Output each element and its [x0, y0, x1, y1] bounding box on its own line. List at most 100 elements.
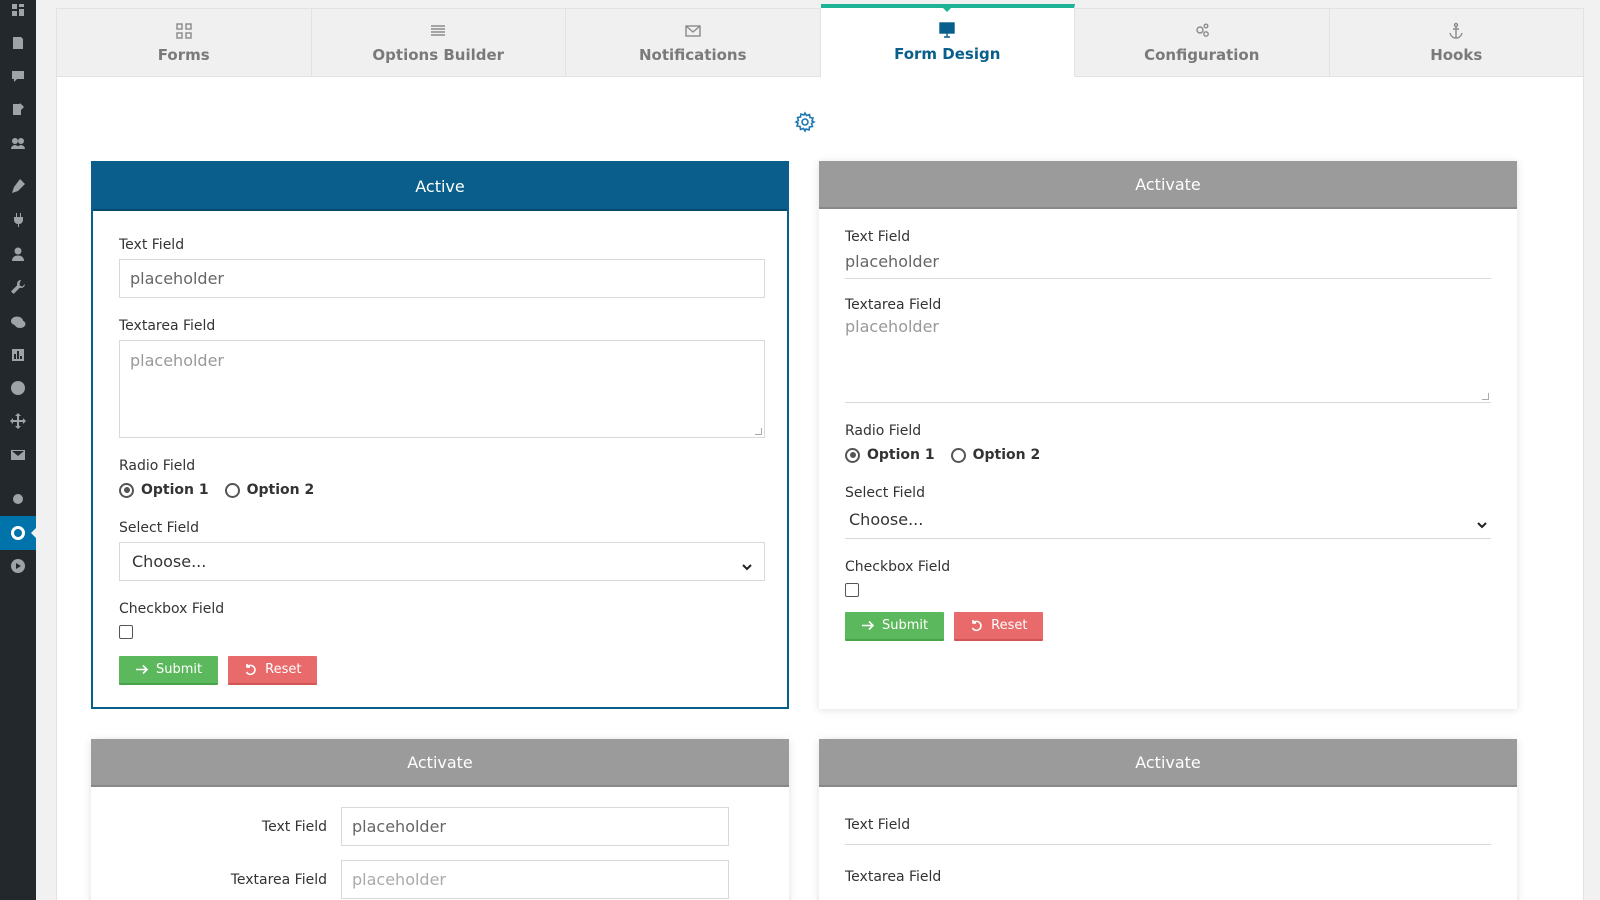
textarea-field-label: Textarea Field [845, 869, 942, 885]
radio-group: Option 1 Option 2 [119, 482, 761, 498]
anchor-icon [1449, 22, 1463, 39]
textarea-field-label: Textarea Field [119, 318, 216, 334]
radio-checked-icon [845, 447, 860, 463]
grid-icon [176, 22, 192, 39]
submit-button[interactable]: Submit [845, 612, 945, 641]
tab-label: Hooks [1430, 45, 1483, 64]
radio-option-2[interactable]: Option 2 [224, 482, 315, 498]
checkbox-field-label: Checkbox Field [845, 559, 951, 575]
text-field-label: Text Field [845, 229, 911, 245]
design-settings-gear-icon[interactable] [794, 111, 816, 133]
groups-icon[interactable] [8, 133, 28, 153]
radio-group: Option 1 Option 2 [845, 447, 1491, 463]
text-field-label: Text Field [845, 817, 911, 833]
chevron-down-icon [1477, 515, 1487, 528]
text-field-label: Text Field [261, 818, 327, 835]
tab-label: Options Builder [372, 45, 505, 64]
admin-sidebar [0, 0, 37, 900]
gears-icon [1196, 23, 1209, 37]
posts-icon[interactable] [8, 33, 28, 53]
stats-icon[interactable] [8, 345, 28, 365]
tab-forms[interactable]: Forms [57, 9, 312, 76]
move-icon[interactable] [8, 411, 28, 431]
card-header-activate[interactable]: Activate [91, 739, 789, 787]
reset-button[interactable]: Reset [954, 612, 1044, 641]
tab-label: Configuration [1144, 45, 1260, 64]
play-icon[interactable] [8, 556, 28, 576]
mail-icon[interactable] [8, 445, 28, 465]
tab-form-design[interactable]: Form Design [820, 4, 1075, 77]
undo-icon [245, 664, 256, 676]
text-input[interactable]: placeholder [341, 807, 729, 846]
select-value: Choose... [132, 552, 207, 571]
card-header-activate[interactable]: Activate [819, 739, 1517, 787]
dashboard-icon[interactable] [8, 0, 28, 20]
radio-option-label: Option 1 [867, 447, 935, 463]
text-input[interactable] [845, 833, 1491, 845]
radio-option-2[interactable]: Option 2 [950, 447, 1040, 463]
text-input[interactable]: placeholder [845, 245, 1491, 279]
checkbox-field-label: Checkbox Field [119, 601, 225, 617]
radio-field-label: Radio Field [119, 458, 196, 474]
tab-hooks[interactable]: Hooks [1330, 9, 1584, 76]
select-value: Choose... [849, 510, 924, 529]
plugins-icon[interactable] [8, 210, 28, 230]
submit-label: Submit [882, 618, 929, 633]
design-card-3: Activate Text Field placeholder Textarea… [91, 739, 789, 900]
select-field-label: Select Field [845, 485, 925, 501]
appearance-icon[interactable] [8, 176, 28, 196]
undo-icon [971, 620, 982, 632]
users-icon[interactable] [8, 244, 28, 264]
textarea-field-row: Textarea Field placeholder [91, 860, 789, 899]
submit-label: Submit [156, 662, 203, 677]
list-icon [431, 24, 446, 36]
tab-configuration[interactable]: Configuration [1075, 9, 1330, 76]
tools-icon[interactable] [8, 277, 28, 297]
chevron-down-icon [742, 557, 752, 570]
textarea-field-label: Textarea Field [230, 871, 327, 888]
textarea-input[interactable]: placeholder [119, 340, 765, 438]
textarea-field-label: Textarea Field [845, 297, 942, 313]
select-field-label: Select Field [119, 520, 199, 536]
checkbox-input[interactable] [119, 625, 133, 639]
text-field-row: Text Field placeholder [91, 807, 789, 846]
arrow-right-icon [136, 664, 148, 675]
design-card-2: Activate Text Field placeholder Textarea… [819, 161, 1517, 709]
monitor-icon [939, 22, 955, 38]
circle-plugin-icon[interactable] [0, 516, 37, 550]
reset-label: Reset [991, 618, 1028, 633]
radio-field-label: Radio Field [845, 423, 922, 439]
plugin-panel: Forms Options Builder Notifications Form… [56, 4, 1584, 900]
select-input[interactable]: Choose... [845, 501, 1491, 539]
textarea-input[interactable]: placeholder [341, 860, 729, 899]
tab-label: Notifications [638, 45, 747, 64]
support-icon[interactable] [8, 378, 28, 398]
tab-label: Forms [157, 45, 210, 64]
textarea-input[interactable]: placeholder [845, 313, 1491, 403]
checkbox-input[interactable] [845, 583, 859, 597]
radio-option-label: Option 1 [141, 482, 209, 498]
form-buttons: Submit Reset [845, 612, 1491, 641]
radio-option-1[interactable]: Option 1 [119, 482, 209, 498]
submit-button[interactable]: Submit [119, 656, 219, 685]
chat-icon[interactable] [8, 312, 28, 332]
comments-icon[interactable] [8, 66, 28, 86]
radio-checked-icon [119, 482, 134, 498]
text-input[interactable]: placeholder [119, 259, 765, 298]
text-field-label: Text Field [119, 237, 185, 253]
card-header-activate[interactable]: Activate [819, 161, 1517, 209]
card-header-active[interactable]: Active [93, 163, 787, 211]
reset-button[interactable]: Reset [228, 656, 318, 685]
radio-option-label: Option 2 [246, 482, 315, 498]
settings-icon[interactable] [8, 489, 28, 509]
reset-label: Reset [265, 662, 302, 677]
tab-notifications[interactable]: Notifications [566, 9, 821, 76]
radio-option-1[interactable]: Option 1 [845, 447, 935, 463]
radio-unchecked-icon [950, 447, 966, 463]
tab-options-builder[interactable]: Options Builder [312, 9, 566, 76]
tab-label: Form Design [894, 45, 1001, 63]
tab-bar: Forms Options Builder Notifications Form… [57, 4, 1584, 77]
envelope-icon [685, 24, 701, 37]
pages-icon[interactable] [8, 99, 28, 119]
select-input[interactable]: Choose... [119, 542, 765, 581]
